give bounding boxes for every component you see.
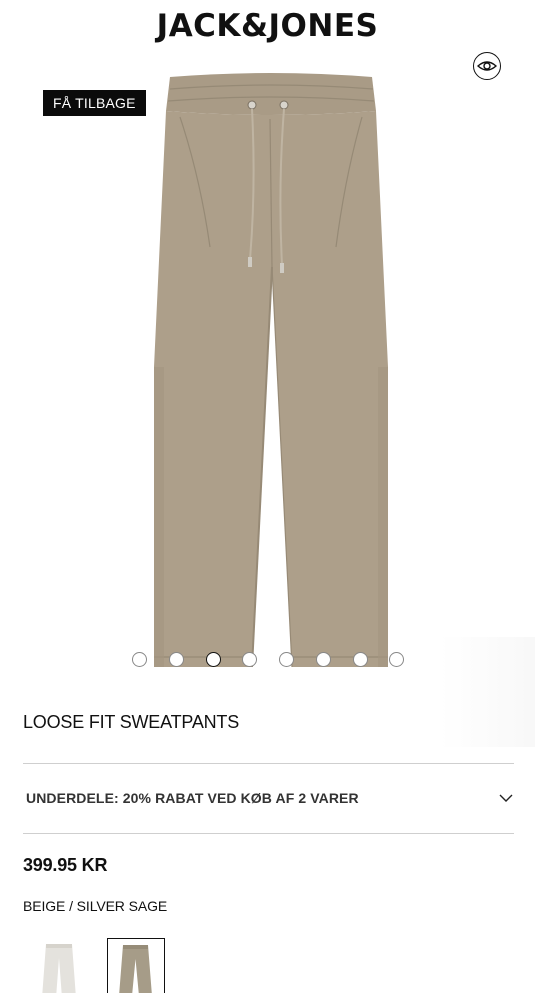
product-name: LOOSE FIT SWEATPANTS (23, 712, 240, 732)
swatch-light-grey[interactable] (30, 938, 88, 993)
carousel-dots (0, 652, 535, 670)
promo-text: UNDERDELE: 20% RABAT VED KØB AF 2 VARER (26, 790, 359, 806)
carousel-dot-6[interactable] (316, 652, 331, 667)
swatch-silver-sage[interactable] (107, 938, 165, 993)
eye-icon[interactable] (473, 52, 501, 80)
color-name: BEIGE / SILVER SAGE (23, 898, 168, 914)
carousel-dot-1[interactable] (132, 652, 147, 667)
promo-accordion[interactable]: UNDERDELE: 20% RABAT VED KØB AF 2 VARER (23, 764, 514, 832)
carousel-dot-3[interactable] (206, 652, 221, 667)
header: JACK&JONES (0, 0, 535, 52)
product-gallery[interactable]: FÅ TILBAGE (0, 52, 535, 747)
carousel-dot-4[interactable] (242, 652, 257, 667)
back-button[interactable]: FÅ TILBAGE (43, 90, 146, 116)
divider (23, 833, 514, 834)
carousel-dot-7[interactable] (353, 652, 368, 667)
price: 399.95 KR (23, 855, 108, 875)
chevron-down-icon[interactable] (498, 790, 514, 806)
carousel-dot-5[interactable] (279, 652, 294, 667)
brand-logo[interactable]: JACK&JONES (157, 8, 379, 44)
carousel-dot-8[interactable] (389, 652, 404, 667)
product-image (154, 73, 388, 667)
carousel-dot-2[interactable] (169, 652, 184, 667)
